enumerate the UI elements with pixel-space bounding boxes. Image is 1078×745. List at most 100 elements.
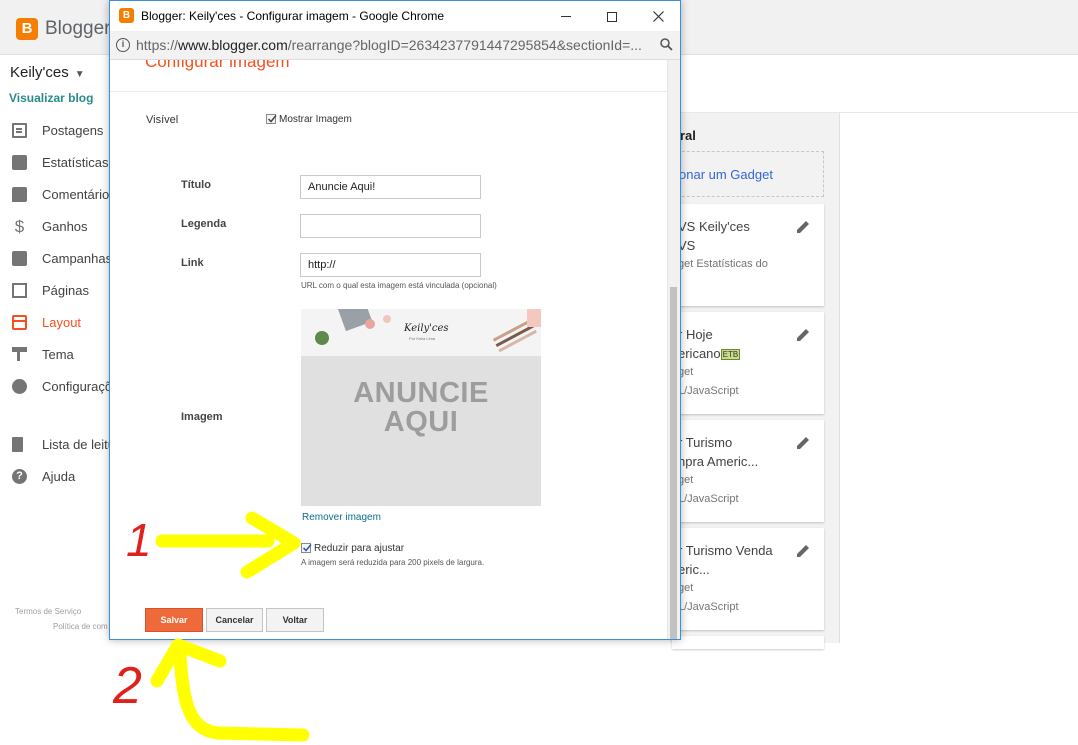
pens-shape: [492, 319, 532, 342]
gadget-type: get: [678, 474, 694, 486]
image-label: Imagem: [181, 411, 223, 423]
sidebar-item-earnings[interactable]: $ Ganhos: [0, 210, 110, 242]
plant-shape: [315, 331, 329, 345]
blogger-brand[interactable]: Blogger: [45, 18, 111, 40]
sidebar-item-stats[interactable]: Estatísticas: [0, 146, 110, 178]
blogger-logo-icon[interactable]: B: [16, 18, 38, 40]
edit-pencil-icon[interactable]: [796, 220, 810, 234]
pages-icon: [12, 282, 27, 298]
edit-pencil-icon[interactable]: [796, 436, 810, 450]
maximize-icon: [607, 11, 617, 22]
sidebar-item-label: Tema: [42, 346, 74, 362]
maximize-button[interactable]: [589, 1, 635, 31]
help-icon: ?: [12, 468, 27, 484]
window-titlebar[interactable]: B Blogger: Keily'ces - Configurar imagem…: [110, 1, 680, 31]
view-blog-link[interactable]: Visualizar blog: [9, 91, 93, 105]
gadget-card[interactable]: r Turismo Venda eric... get L/JavaScript: [672, 528, 824, 630]
url-text[interactable]: https://www.blogger.com/rearrange?blogID…: [136, 37, 646, 53]
gadget-title-line2: eric...: [678, 562, 710, 577]
scrollbar-thumb[interactable]: [670, 287, 677, 639]
policy-link[interactable]: Política de com: [15, 619, 108, 634]
cancel-button[interactable]: Cancelar: [206, 608, 263, 632]
shrink-to-fit-checkbox[interactable]: [301, 543, 312, 553]
campaigns-icon: [12, 250, 27, 266]
terms-link[interactable]: Termos de Serviço: [15, 604, 108, 619]
decor-shape: [527, 309, 541, 327]
gadget-type-detail: L/JavaScript: [678, 385, 739, 397]
content-header: [680, 55, 1078, 113]
window-title: Blogger: Keily'ces - Configurar imagem -…: [141, 9, 445, 23]
edit-pencil-icon[interactable]: [796, 328, 810, 342]
layout-icon: [12, 314, 27, 330]
gadget-card[interactable]: r Hoje ericano ETB get L/JavaScript: [672, 312, 824, 414]
close-icon: [652, 11, 664, 22]
sidebar-item-label: Layout: [42, 314, 82, 330]
annotation-number-2: 2: [112, 657, 142, 715]
show-image-checkbox[interactable]: [266, 114, 277, 124]
close-button[interactable]: [635, 1, 680, 31]
gadget-card[interactable]: VS Keily'ces VS get Estatísticas do: [672, 204, 824, 306]
sidebar-item-label: Configurações: [42, 378, 110, 394]
minimize-button[interactable]: [543, 1, 589, 31]
link-hint: URL com o qual esta imagem está vinculad…: [301, 281, 497, 290]
blogger-favicon-icon: B: [119, 8, 134, 23]
gadget-type: get: [678, 582, 694, 594]
gadget-type: get: [678, 366, 694, 378]
gadget-card[interactable]: r Turismo npra Americ... get L/JavaScrip…: [672, 420, 824, 522]
gadget-type: get Estatísticas do: [678, 258, 768, 270]
address-bar[interactable]: i https://www.blogger.com/rearrange?blog…: [110, 31, 680, 60]
image-logo-sub: Por Keila Lima: [409, 336, 436, 341]
gadget-type-detail: L/JavaScript: [678, 601, 739, 613]
sidebar-footer: Termos de Serviço Política de com: [15, 604, 108, 634]
blog-selector[interactable]: Keily'ces ▼: [10, 64, 85, 81]
settings-icon: [12, 378, 27, 394]
gadget-title-line2: npra Americ...: [678, 454, 759, 469]
sidebar-item-settings[interactable]: Configurações: [0, 370, 110, 402]
sidebar-item-label: Postagens: [42, 122, 104, 138]
sidebar-item-theme[interactable]: Tema: [0, 338, 110, 370]
site-info-icon[interactable]: i: [116, 38, 130, 52]
zoom-icon[interactable]: [660, 38, 673, 51]
title-input[interactable]: [300, 175, 481, 199]
minimize-icon: [561, 16, 571, 18]
sidebar-item-comments[interactable]: Comentários: [0, 178, 110, 210]
heading-divider: [110, 91, 667, 92]
desk-photo-banner: Keily'ces Por Keila Lima: [301, 309, 541, 357]
save-button[interactable]: Salvar: [145, 608, 203, 632]
theme-icon: [12, 346, 27, 362]
ad-placeholder-text: ANUNCIE AQUI: [353, 377, 489, 438]
chrome-popup-window: B Blogger: Keily'ces - Configurar imagem…: [109, 0, 681, 640]
earnings-icon: $: [14, 216, 25, 236]
gadget-type-detail: L/JavaScript: [678, 493, 739, 505]
sidebar-item-reading-list[interactable]: Lista de leitura: [0, 428, 110, 460]
image-preview: Keily'ces Por Keila Lima ANUNCIE AQUI: [301, 309, 541, 506]
sidebar-item-posts[interactable]: Postagens: [0, 114, 110, 146]
add-gadget-button[interactable]: onar um Gadget: [672, 151, 824, 197]
stats-icon: [12, 154, 27, 170]
sidebar-item-label: Ganhos: [42, 218, 88, 234]
nav-divider: [0, 402, 110, 428]
sidebar-item-layout[interactable]: Layout: [0, 306, 110, 338]
gadget-card[interactable]: [672, 636, 824, 649]
shrink-to-fit-label[interactable]: Reduzir para ajustar: [314, 543, 404, 554]
arrow-2-annotation: [150, 638, 310, 742]
sidebar-item-label: Campanhas: [42, 250, 110, 266]
cup-shape: [365, 319, 375, 329]
blog-name: Keily'ces: [10, 64, 69, 81]
remove-image-link[interactable]: Remover imagem: [302, 512, 381, 523]
sidebar-item-pages[interactable]: Páginas: [0, 274, 110, 306]
posts-icon: [12, 122, 27, 138]
cup-shape: [383, 315, 391, 323]
link-input[interactable]: [300, 253, 481, 277]
show-image-label[interactable]: Mostrar Imagem: [279, 114, 352, 125]
sidebar-item-label: Ajuda: [42, 468, 76, 484]
shrink-hint: A imagem será reduzida para 200 pixels d…: [301, 558, 485, 567]
sidebar-item-label: Páginas: [42, 282, 89, 298]
checkmark-icon: [302, 544, 312, 552]
sidebar-item-campaigns[interactable]: Campanhas: [0, 242, 110, 274]
edit-pencil-icon[interactable]: [796, 544, 810, 558]
caption-input[interactable]: [300, 214, 481, 238]
back-button[interactable]: Voltar: [266, 608, 324, 632]
comments-icon: [12, 186, 27, 202]
sidebar-item-help[interactable]: ? Ajuda: [0, 460, 110, 492]
